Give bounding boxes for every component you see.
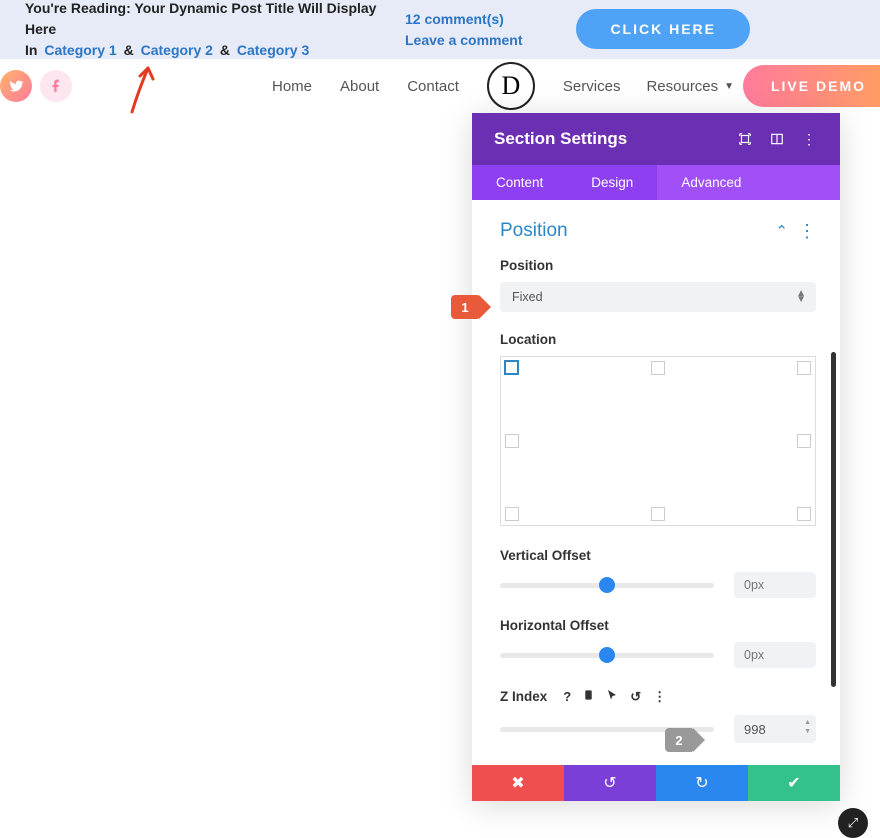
position-label: Position (500, 258, 816, 273)
select-arrows-icon: ▲▼ (796, 291, 806, 303)
amp-1: & (124, 42, 134, 58)
vertical-offset-row (500, 572, 816, 598)
annotation-marker-2: 2 (665, 728, 693, 752)
panel-footer: ✖ ↺ ↻ ✔ (472, 765, 840, 801)
tab-spacer (765, 165, 840, 200)
spinner-down-icon[interactable]: ▼ (804, 727, 811, 736)
annotation-marker-1: 1 (451, 295, 479, 319)
number-spinner[interactable]: ▲▼ (804, 718, 811, 736)
group-title: Position (500, 220, 775, 242)
category-link-2[interactable]: Category 2 (141, 42, 213, 58)
expand-icon[interactable] (736, 130, 754, 148)
panel-tabs: Content Design Advanced (472, 165, 840, 200)
location-bottom-center[interactable] (651, 507, 665, 521)
location-bottom-right[interactable] (797, 507, 811, 521)
undo-button[interactable]: ↺ (564, 765, 656, 801)
location-top-right[interactable] (797, 361, 811, 375)
horizontal-offset-slider[interactable] (500, 653, 714, 658)
reset-icon[interactable]: ↺ (630, 689, 641, 705)
category-link-3[interactable]: Category 3 (237, 42, 309, 58)
live-demo-button[interactable]: LIVE DEMO (743, 65, 880, 107)
collapse-icon[interactable]: ⌃ (775, 222, 788, 240)
resize-handle-icon[interactable]: ⤢ (838, 808, 868, 838)
responsive-icon[interactable] (583, 688, 594, 705)
category-link-1[interactable]: Category 1 (44, 42, 116, 58)
panel-header[interactable]: Section Settings ⋮ (472, 113, 840, 165)
tab-content[interactable]: Content (472, 165, 567, 200)
location-picker (500, 356, 816, 526)
position-group-header[interactable]: Position ⌃ ⋮ (500, 220, 816, 242)
help-icon[interactable]: ? (563, 689, 571, 704)
scrollbar[interactable] (831, 352, 836, 687)
location-top-center[interactable] (651, 361, 665, 375)
nav-home[interactable]: Home (272, 78, 312, 95)
more-options-icon[interactable]: ⋮ (800, 130, 818, 148)
twitter-icon[interactable] (0, 70, 32, 102)
location-label: Location (500, 332, 816, 347)
announcement-bar: You're Reading: Your Dynamic Post Title … (0, 0, 880, 59)
vertical-offset-input[interactable] (734, 572, 816, 598)
nav-services[interactable]: Services (563, 78, 621, 95)
comment-count-link[interactable]: 12 comment(s) (405, 9, 595, 30)
location-bottom-left[interactable] (505, 507, 519, 521)
facebook-icon[interactable] (40, 70, 72, 102)
location-mid-right[interactable] (797, 434, 811, 448)
position-select[interactable]: Fixed ▲▼ (500, 282, 816, 312)
zindex-more-icon[interactable]: ⋮ (653, 689, 666, 705)
nav-contact[interactable]: Contact (407, 78, 459, 95)
nav-resources-label: Resources (646, 78, 718, 95)
amp-2: & (220, 42, 230, 58)
slider-thumb[interactable] (599, 647, 615, 663)
comments-block: 12 comment(s) Leave a comment (405, 9, 595, 51)
tab-advanced[interactable]: Advanced (657, 165, 765, 200)
save-button[interactable]: ✔ (748, 765, 840, 801)
zindex-label-row: Z Index ? ↺ ⋮ (500, 688, 816, 705)
section-settings-panel: Section Settings ⋮ Content Design Advanc… (472, 113, 840, 801)
chevron-down-icon: ▼ (724, 81, 734, 92)
panel-body: Position ⌃ ⋮ Position Fixed ▲▼ Location … (472, 200, 840, 765)
nav-about[interactable]: About (340, 78, 379, 95)
reading-info: You're Reading: Your Dynamic Post Title … (25, 0, 405, 61)
site-logo[interactable]: D (487, 62, 535, 110)
redo-button[interactable]: ↻ (656, 765, 748, 801)
hover-icon[interactable] (606, 688, 618, 705)
nav-resources[interactable]: Resources ▼ (646, 78, 734, 95)
zindex-row: ▲▼ (500, 715, 816, 743)
vertical-offset-label: Vertical Offset (500, 548, 816, 563)
social-icons (0, 70, 72, 102)
spinner-up-icon[interactable]: ▲ (804, 718, 811, 727)
columns-icon[interactable] (768, 130, 786, 148)
horizontal-offset-input[interactable] (734, 642, 816, 668)
cta-button[interactable]: CLICK HERE (576, 9, 750, 49)
vertical-offset-slider[interactable] (500, 583, 714, 588)
tab-design[interactable]: Design (567, 165, 657, 200)
nav-left-links: Home About Contact (272, 78, 459, 95)
location-mid-left[interactable] (505, 434, 519, 448)
horizontal-offset-label: Horizontal Offset (500, 618, 816, 633)
group-more-icon[interactable]: ⋮ (798, 226, 816, 236)
position-value: Fixed (512, 290, 543, 304)
location-top-left[interactable] (504, 360, 519, 375)
cancel-button[interactable]: ✖ (472, 765, 564, 801)
main-navbar: Home About Contact D Services Resources ▼… (0, 59, 880, 113)
zindex-label: Z Index (500, 689, 547, 704)
leave-comment-link[interactable]: Leave a comment (405, 30, 595, 51)
panel-title: Section Settings (494, 129, 722, 149)
in-label: In (25, 42, 37, 58)
nav-right-links: Services Resources ▼ (563, 78, 734, 95)
slider-thumb[interactable] (599, 577, 615, 593)
horizontal-offset-row (500, 642, 816, 668)
reading-prefix: You're Reading: (25, 0, 134, 16)
